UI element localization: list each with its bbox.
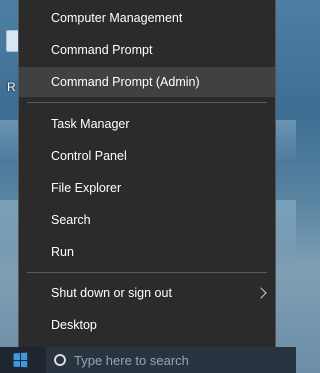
- menu-item-file-explorer[interactable]: File Explorer: [19, 173, 275, 203]
- menu-item-command-prompt-admin[interactable]: Command Prompt (Admin): [19, 67, 275, 97]
- menu-item-run[interactable]: Run: [19, 237, 275, 267]
- menu-item-control-panel[interactable]: Control Panel: [19, 141, 275, 171]
- menu-item-label: Task Manager: [51, 117, 130, 131]
- chevron-right-icon: [255, 287, 267, 299]
- menu-item-command-prompt[interactable]: Command Prompt: [19, 35, 275, 65]
- power-user-context-menu: Computer Management Command Prompt Comma…: [18, 0, 276, 348]
- menu-item-search[interactable]: Search: [19, 205, 275, 235]
- menu-item-label: Desktop: [51, 318, 97, 332]
- menu-item-shut-down-or-sign-out[interactable]: Shut down or sign out: [19, 278, 275, 308]
- cortana-circle-icon: [54, 354, 66, 366]
- menu-item-desktop[interactable]: Desktop: [19, 310, 275, 340]
- start-button[interactable]: [0, 347, 40, 373]
- menu-item-computer-management[interactable]: Computer Management: [19, 3, 275, 33]
- menu-item-label: Control Panel: [51, 149, 127, 163]
- menu-item-label: Command Prompt (Admin): [51, 75, 200, 89]
- menu-item-task-manager[interactable]: Task Manager: [19, 109, 275, 139]
- menu-item-label: Run: [51, 245, 74, 259]
- taskbar: Type here to search: [0, 347, 296, 373]
- desktop-icon-label: R: [7, 80, 16, 94]
- taskbar-search-box[interactable]: Type here to search: [46, 347, 296, 373]
- menu-item-label: File Explorer: [51, 181, 122, 195]
- menu-item-label: Search: [51, 213, 91, 227]
- menu-separator: [27, 272, 267, 273]
- menu-item-label: Shut down or sign out: [51, 286, 172, 300]
- search-placeholder: Type here to search: [74, 352, 189, 368]
- menu-separator: [27, 102, 267, 103]
- menu-item-label: Computer Management: [51, 11, 183, 25]
- menu-item-label: Command Prompt: [51, 43, 153, 57]
- windows-logo-icon: [13, 352, 28, 368]
